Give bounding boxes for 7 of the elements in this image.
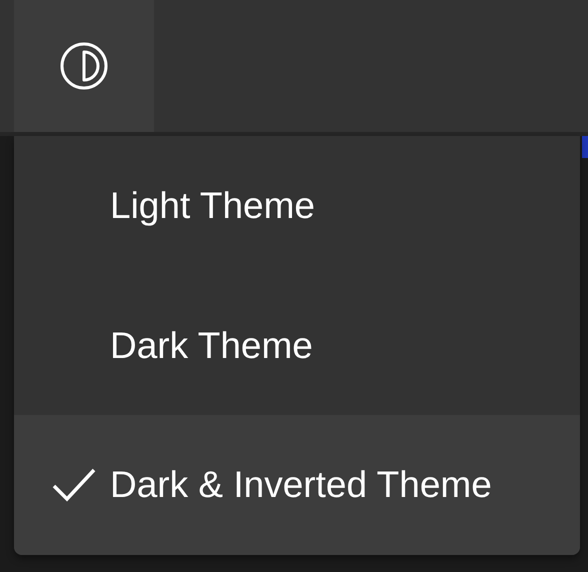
theme-button[interactable] — [14, 0, 154, 132]
menu-item[interactable]: Light Theme — [14, 136, 580, 276]
contrast-icon — [60, 42, 108, 90]
menu-item[interactable]: Dark & Inverted Theme — [14, 415, 580, 555]
check-icon — [52, 467, 96, 504]
selection-highlight — [582, 136, 588, 158]
menu-item[interactable]: Dark Theme — [14, 276, 580, 416]
